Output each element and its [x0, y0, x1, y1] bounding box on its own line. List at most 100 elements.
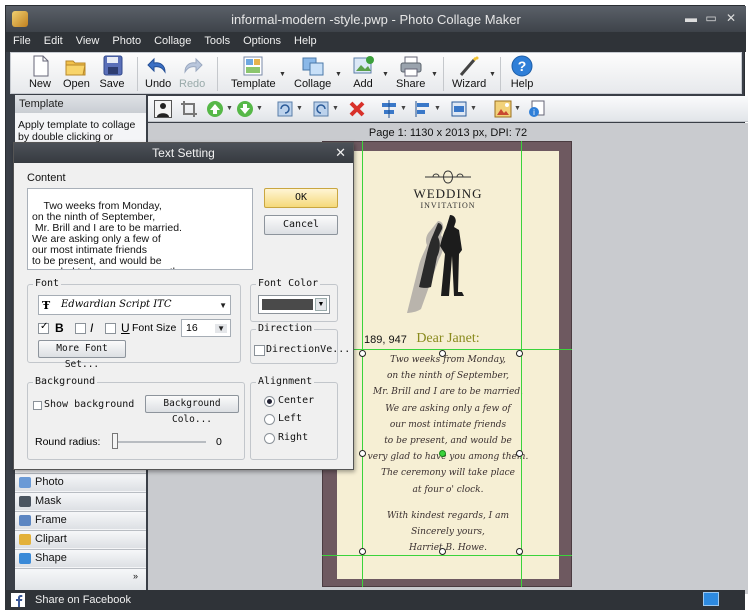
title-bar: informal-modern -style.pwp - Photo Colla… [6, 6, 746, 32]
align-center-radio[interactable] [264, 396, 275, 407]
menu-tools[interactable]: Tools [197, 32, 236, 47]
round-radius-slider[interactable] [113, 441, 206, 443]
undo-button[interactable]: Undo [145, 55, 171, 90]
cursor-coordinates: 189, 947 [364, 334, 407, 346]
effects-dropdown-arrow[interactable]: ▼ [514, 105, 521, 112]
wizard-dropdown-arrow[interactable]: ▼ [489, 71, 496, 78]
share-dropdown-arrow[interactable]: ▼ [431, 71, 438, 78]
rotate-left-icon[interactable] [276, 100, 294, 118]
add-dropdown-arrow[interactable]: ▼ [382, 71, 389, 78]
status-bar: Share on Facebook [5, 590, 745, 610]
rotate-left-dropdown-arrow[interactable]: ▼ [296, 105, 303, 112]
rotate-right-icon[interactable] [312, 100, 330, 118]
resize-handle[interactable] [439, 548, 446, 555]
more-font-button[interactable]: More Font Set... [38, 340, 126, 370]
new-button[interactable]: New [27, 55, 53, 90]
font-size-label: Font Size [132, 322, 177, 334]
panel-tab-frame[interactable]: Frame [15, 511, 146, 529]
send-backward-dropdown-arrow[interactable]: ▼ [256, 105, 263, 112]
resize-handle[interactable] [359, 350, 366, 357]
direction-vertical-checkbox[interactable] [254, 345, 265, 356]
facebook-icon[interactable] [11, 593, 25, 607]
resize-handle[interactable] [516, 548, 523, 555]
share-button[interactable]: Share [396, 55, 425, 90]
svg-text:i: i [533, 108, 535, 117]
round-radius-slider-thumb[interactable] [112, 433, 118, 449]
align-horizontal-dropdown-arrow[interactable]: ▼ [434, 105, 441, 112]
effects-icon[interactable] [494, 100, 512, 118]
menu-file[interactable]: File [6, 32, 37, 47]
align-vertical-icon[interactable] [380, 100, 398, 118]
panel-tab-mask[interactable]: Mask [15, 492, 146, 510]
align-horizontal-icon[interactable] [414, 100, 432, 118]
resize-handle[interactable] [359, 450, 366, 457]
redo-arrow-icon [179, 55, 205, 77]
text-setting-dialog: Text Setting ✕ Content Two weeks from Mo… [13, 142, 354, 470]
show-background-checkbox[interactable] [33, 401, 42, 410]
portrait-icon[interactable] [154, 100, 172, 118]
card-body-text[interactable]: Two weeks from Monday, on the ninth of S… [337, 352, 559, 498]
underline-checkbox[interactable] [105, 323, 116, 334]
align-right-radio[interactable] [264, 433, 275, 444]
resize-handle[interactable] [439, 350, 446, 357]
truetype-icon: Ŧ [42, 299, 51, 312]
font-size-select[interactable]: 16 ▼ [181, 319, 231, 337]
size-fit-icon[interactable] [450, 100, 468, 118]
panel-tab-clipart[interactable]: Clipart [15, 530, 146, 548]
minimize-button[interactable]: ▭ [702, 10, 720, 26]
monitor-icon[interactable] [703, 592, 719, 606]
collage-button[interactable]: Collage [294, 55, 331, 90]
delete-icon[interactable] [348, 100, 366, 118]
add-button[interactable]: Add [350, 55, 376, 90]
save-button[interactable]: Save [99, 55, 125, 90]
wizard-button[interactable]: Wizard [452, 55, 486, 90]
share-facebook-link[interactable]: Share on Facebook [35, 594, 131, 606]
redo-button[interactable]: Redo [179, 55, 205, 90]
template-dropdown-arrow[interactable]: ▼ [279, 71, 286, 78]
menu-collage[interactable]: Collage [147, 32, 197, 47]
panel-tab-photo[interactable]: Photo [15, 473, 146, 491]
help-window-icon[interactable]: ▬ [682, 10, 700, 26]
menu-bar: File Edit View Photo Collage Tools Options Help [6, 32, 746, 52]
open-button[interactable]: Open [63, 55, 90, 90]
resize-handle[interactable] [516, 450, 523, 457]
content-textarea[interactable]: Two weeks from Monday, on the ninth of S… [27, 188, 253, 270]
crop-icon[interactable] [180, 100, 198, 118]
font-color-picker[interactable]: ▼ [258, 295, 330, 314]
bring-forward-icon[interactable] [206, 100, 224, 118]
align-vertical-dropdown-arrow[interactable]: ▼ [400, 105, 407, 112]
card-title: WEDDING [413, 186, 483, 201]
italic-checkbox[interactable] [75, 323, 86, 334]
menu-edit[interactable]: Edit [37, 32, 69, 47]
card-closing-text[interactable]: With kindest regards, I am Sincerely you… [337, 508, 559, 556]
template-button[interactable]: Template [231, 55, 276, 90]
panel-tab-shape[interactable]: Shape [15, 549, 146, 567]
align-left-radio[interactable] [264, 414, 275, 425]
dialog-close-icon[interactable]: ✕ [335, 145, 346, 161]
rotate-handle[interactable] [439, 450, 446, 457]
invitation-card[interactable]: WEDDING INVITATION Dear Janet: Two weeks… [322, 141, 572, 587]
menu-help[interactable]: Help [287, 32, 323, 47]
collage-dropdown-arrow[interactable]: ▼ [335, 71, 342, 78]
close-button[interactable]: ✕ [722, 10, 740, 26]
bold-checkbox[interactable]: ✓ [38, 321, 49, 334]
menu-photo[interactable]: Photo [105, 32, 147, 47]
template-icon [240, 55, 266, 77]
photo-icon [19, 477, 31, 488]
size-fit-dropdown-arrow[interactable]: ▼ [470, 105, 477, 112]
template-panel-header[interactable]: Template [15, 95, 146, 113]
magic-wand-icon [456, 55, 482, 77]
bring-forward-dropdown-arrow[interactable]: ▼ [226, 105, 233, 112]
rotate-right-dropdown-arrow[interactable]: ▼ [332, 105, 339, 112]
resize-handle[interactable] [359, 548, 366, 555]
help-button[interactable]: ? Help [509, 55, 535, 90]
ok-button[interactable]: OK [264, 188, 338, 208]
properties-icon[interactable]: i [528, 100, 546, 118]
resize-handle[interactable] [516, 350, 523, 357]
menu-view[interactable]: View [69, 32, 106, 47]
send-backward-icon[interactable] [236, 100, 254, 118]
cancel-button[interactable]: Cancel [264, 215, 338, 235]
font-name-select[interactable]: Ŧ Edwardian Script ITC ▼ [38, 295, 231, 315]
menu-options[interactable]: Options [236, 32, 287, 47]
background-color-button[interactable]: Background Colo... [145, 395, 239, 425]
